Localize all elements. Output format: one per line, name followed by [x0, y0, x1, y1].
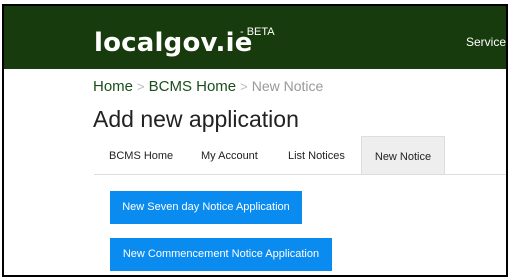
breadcrumb-home[interactable]: Home [93, 78, 133, 95]
browser-viewport: localgov.ie - BETA Service Home > BCMS Hom… [2, 4, 508, 277]
site-header: localgov.ie - BETA Service [4, 6, 506, 69]
breadcrumb-current: New Notice [251, 78, 324, 94]
tab-bcms-home[interactable]: BCMS Home [109, 136, 173, 174]
services-link[interactable]: Service [466, 35, 506, 49]
breadcrumb-bcms-home[interactable]: BCMS Home [149, 78, 237, 95]
tab-bar: BCMS Home My Account List Notices New No… [94, 136, 506, 175]
new-commencement-notice-button[interactable]: New Commencement Notice Application [110, 238, 332, 271]
page-title: Add new application [93, 106, 299, 132]
site-logo[interactable]: localgov.ie [94, 28, 253, 58]
breadcrumb: Home > BCMS Home > New Notice [93, 78, 323, 95]
breadcrumb-separator: > [240, 79, 248, 94]
beta-badge: - BETA [240, 26, 275, 38]
tab-new-notice[interactable]: New Notice [361, 136, 445, 174]
breadcrumb-separator: > [137, 79, 145, 94]
tab-list-notices[interactable]: List Notices [288, 136, 345, 174]
tab-my-account[interactable]: My Account [201, 136, 258, 174]
new-seven-day-notice-button[interactable]: New Seven day Notice Application [110, 191, 302, 224]
